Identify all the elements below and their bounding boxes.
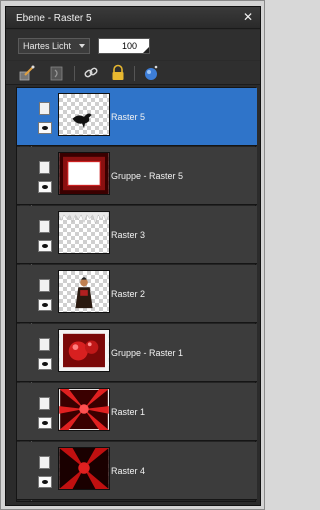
layer-thumbnail xyxy=(58,329,110,372)
eye-icon[interactable] xyxy=(38,417,52,429)
layer-row-raster-2[interactable]: Raster 2 xyxy=(17,265,257,323)
layer-controls: Hartes Licht 100 xyxy=(6,30,260,60)
layer-thumbnail xyxy=(58,211,110,254)
opacity-slider-handle[interactable] xyxy=(143,47,149,53)
layer-thumbnail xyxy=(58,388,110,431)
layer-thumbnail xyxy=(58,93,110,136)
eye-icon[interactable] xyxy=(38,122,52,134)
toolbar-separator xyxy=(134,66,135,81)
layer-name: Raster 4 xyxy=(111,466,146,476)
layer-type-icon xyxy=(39,456,50,469)
eye-icon[interactable] xyxy=(38,476,52,488)
link-icon[interactable] xyxy=(82,64,100,82)
layer-type-icon xyxy=(39,338,50,351)
layer-row-gruppe-raster-5[interactable]: Gruppe - Raster 5 xyxy=(17,147,257,205)
eye-icon[interactable] xyxy=(38,358,52,370)
layer-row-raster-3[interactable]: Raster 3 xyxy=(17,206,257,264)
layer-name: Raster 1 xyxy=(111,407,146,417)
layer-toolbar xyxy=(6,61,260,85)
eye-icon[interactable] xyxy=(38,240,52,252)
blend-mode-select[interactable]: Hartes Licht xyxy=(18,38,90,54)
layer-type-icon xyxy=(39,220,50,233)
close-icon[interactable]: ✕ xyxy=(242,11,254,23)
layer-type-icon xyxy=(39,397,50,410)
panel-titlebar[interactable]: Ebene - Raster 5 ✕ xyxy=(6,7,260,29)
panel-title: Ebene - Raster 5 xyxy=(16,13,92,24)
blend-mode-value: Hartes Licht xyxy=(23,41,72,51)
layer-name: Raster 5 xyxy=(111,112,146,122)
layer-row-raster-1[interactable]: Raster 1 xyxy=(17,383,257,441)
layer-row-raster-4[interactable]: Raster 4 xyxy=(17,442,257,500)
layer-row-gruppe-raster-1[interactable]: Gruppe - Raster 1 xyxy=(17,324,257,382)
lock-icon[interactable] xyxy=(109,64,127,82)
layer-list: Raster 5 Gruppe - Raster 5 Raster 3 Rast… xyxy=(16,87,257,502)
layer-thumbnail xyxy=(58,152,110,195)
chevron-down-icon xyxy=(79,44,85,48)
opacity-value: 100 xyxy=(121,41,137,51)
layer-type-icon xyxy=(39,161,50,174)
layer-type-icon xyxy=(39,279,50,292)
layer-row-raster-5[interactable]: Raster 5 xyxy=(17,88,257,146)
opacity-input[interactable]: 100 xyxy=(98,38,150,54)
layer-name: Gruppe - Raster 5 xyxy=(111,171,184,181)
layer-name: Raster 3 xyxy=(111,230,146,240)
eye-icon[interactable] xyxy=(38,181,52,193)
edit-brush-icon[interactable] xyxy=(18,64,36,82)
toolbar-separator xyxy=(74,66,75,81)
layers-panel: Ebene - Raster 5 ✕ Hartes Licht 100 Rast… xyxy=(5,6,261,506)
layer-name: Gruppe - Raster 1 xyxy=(111,348,184,358)
eye-icon[interactable] xyxy=(38,299,52,311)
mask-icon[interactable] xyxy=(48,64,66,82)
layer-thumbnail xyxy=(58,270,110,313)
layer-type-icon xyxy=(39,102,50,115)
layer-thumbnail xyxy=(58,447,110,490)
window-frame: Ebene - Raster 5 ✕ Hartes Licht 100 Rast… xyxy=(0,0,265,510)
layer-name: Raster 2 xyxy=(111,289,146,299)
effects-icon[interactable] xyxy=(142,64,160,82)
